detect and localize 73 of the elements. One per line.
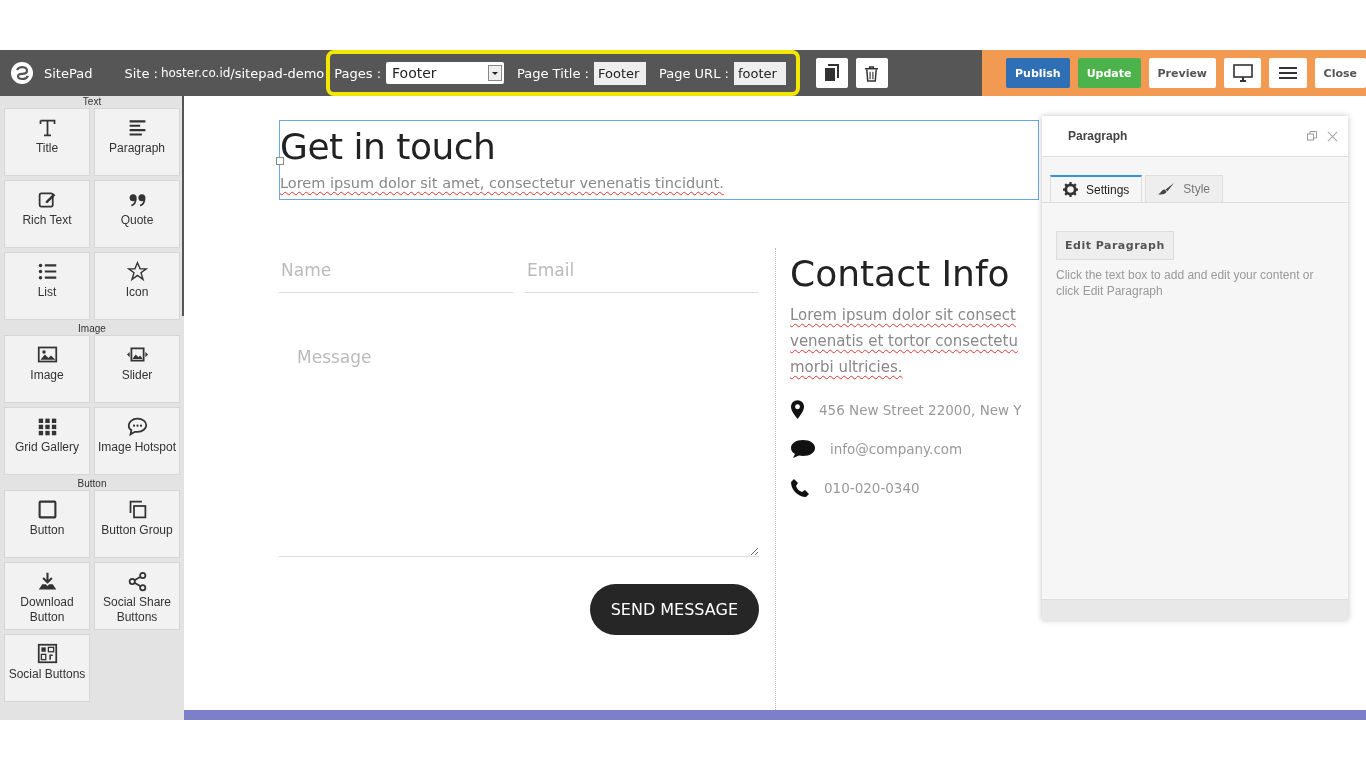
image-icon [36,344,58,365]
site-path: /sitepad-demo [230,65,325,81]
share-icon [126,571,148,592]
contact-detail: 010-020-0340 [824,480,920,496]
contact-detail: info@company.com [830,441,963,457]
download-icon [36,571,58,592]
close-button[interactable]: Close [1314,58,1366,88]
page-title-field[interactable]: Footer [594,61,646,85]
widget-tile[interactable]: Download Button [4,562,90,630]
social-icon [36,643,58,664]
phone-icon [790,478,810,498]
pages-dropdown[interactable]: Footer [386,62,504,84]
widget-tile[interactable]: Social Buttons [4,634,90,702]
delete-button[interactable] [855,58,888,88]
copy-button[interactable] [815,58,848,88]
group-heading: Text [81,96,103,108]
help-text: Click the text box to add and edit your content or click Edit Paragraph [1056,267,1315,299]
copy-icon [823,64,840,82]
widget-tile[interactable]: Slider [94,335,180,403]
site-label: Site : [124,65,158,81]
site-domain: hoster.co.id [160,66,231,80]
widget-tile[interactable]: Image Hotspot [94,407,180,475]
contact-text-line: Lorem ipsum dolor sit consect [790,305,1017,326]
widget-tile[interactable]: Quote [94,180,180,248]
menu-icon [1278,66,1297,80]
intro-text: Lorem ipsum dolor sit amet, consectetur venenatis tincidunt. [280,175,725,191]
widget-tile[interactable]: Rich Text [4,180,90,248]
contact-text-line: venenatis et tortor consectetu [790,331,1019,352]
send-message-button[interactable]: SEND MESSAGE [589,584,759,635]
widget-tile[interactable]: List [4,252,90,320]
page-url-label: Page URL : [659,65,729,81]
widget-tile[interactable]: Title [4,108,90,176]
brush-icon [1158,182,1176,196]
contact-detail: 456 New Street 22000, New Y [819,401,1022,418]
group-heading: Image [77,323,107,335]
widget-tile[interactable]: Icon [94,252,180,320]
action-button[interactable]: Publish [1006,58,1070,88]
panel-tab[interactable]: Style [1145,175,1224,202]
contact-heading: Contact Info [790,256,1011,292]
square-icon [36,499,58,520]
widget-tile[interactable]: Grid Gallery [4,407,90,475]
grid-icon [36,416,58,437]
chat-bubble-icon [790,439,816,459]
page-url-field[interactable]: footer [733,61,786,85]
pages-label: Pages : [334,65,381,81]
widget-tile[interactable]: Image [4,335,90,403]
caret-icon [488,65,502,81]
widget-tile[interactable]: Button Group [94,490,180,558]
page-title-label: Page Title : [517,65,589,81]
menu-button[interactable] [1269,58,1307,88]
selected-text-block[interactable]: Get in touch Lorem ipsum dolor sit amet, consectetur venenatis tincidunt. [279,120,1039,200]
panel-tab[interactable]: Settings [1050,175,1143,202]
panel-title: Paragraph [1068,129,1129,143]
section-heading: Get in touch [280,129,497,165]
action-button[interactable]: Preview [1148,58,1217,88]
group-heading: Button [76,478,108,490]
gear-icon [1063,182,1078,197]
monitor-icon [1232,64,1253,82]
spiral-logo-icon [10,61,34,85]
star-icon [126,261,148,282]
widget-tile[interactable]: Social Share Buttons [94,562,180,630]
contact-text-line: morbi ultricies. [790,357,904,378]
restore-icon[interactable] [1307,131,1317,141]
map-pin-icon [790,399,805,420]
edit-paragraph-button[interactable]: Edit Paragraph [1056,231,1174,260]
widget-tile[interactable]: Paragraph [94,108,180,176]
brand-name: SitePad [44,65,93,81]
list-icon [36,261,58,282]
desktop-view-button[interactable] [1224,58,1262,88]
trash-icon [864,64,880,82]
chat-icon [126,416,148,437]
resize-handle[interactable] [276,157,284,165]
widget-tile[interactable]: Button [4,490,90,558]
